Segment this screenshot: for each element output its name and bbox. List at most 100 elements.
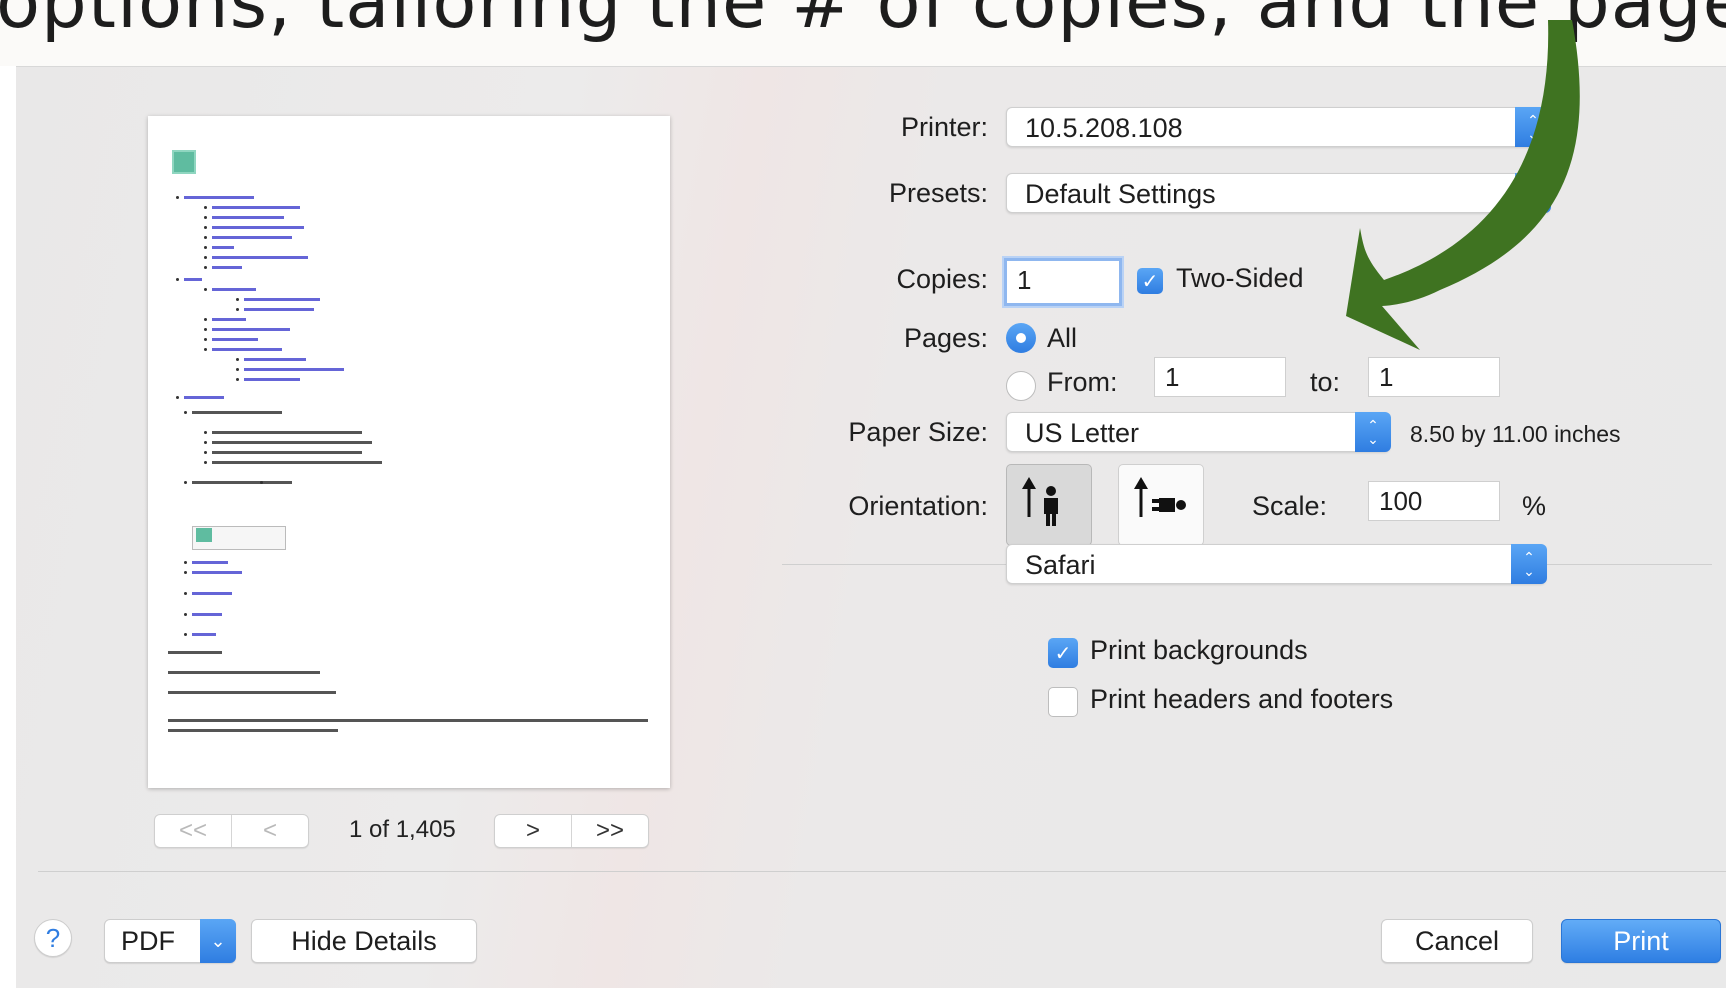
app-section-select[interactable]: Safari ⌃ ⌄ — [1006, 544, 1547, 584]
preview-text-line — [212, 256, 308, 259]
print-button[interactable]: Print — [1561, 919, 1721, 963]
footer-separator — [38, 871, 1726, 872]
print-backgrounds-checkbox[interactable]: ✓ — [1048, 638, 1078, 668]
pages-from-label: From: — [1047, 367, 1118, 397]
preview-text-line — [212, 216, 284, 219]
preview-box-logo-icon — [196, 528, 212, 542]
preview-text-line — [212, 288, 256, 291]
preview-nav-forward-group: > >> — [494, 814, 649, 848]
scale-input[interactable]: 100 — [1368, 481, 1500, 521]
preview-bullet — [204, 431, 207, 434]
first-page-button[interactable]: << — [155, 815, 231, 847]
preview-bullet — [204, 266, 207, 269]
preview-text-line — [244, 298, 320, 301]
print-preview-page — [148, 116, 670, 788]
presets-value: Default Settings — [1025, 179, 1216, 209]
page-counter: 1 of 1,405 — [349, 816, 456, 843]
portrait-icon — [1022, 477, 1058, 526]
help-button[interactable]: ? — [34, 919, 72, 957]
preview-text-line — [212, 266, 242, 269]
preview-text-line — [168, 719, 648, 722]
pages-to-input[interactable]: 1 — [1368, 357, 1500, 397]
preview-bullet — [204, 338, 207, 341]
last-page-button[interactable]: >> — [571, 815, 648, 847]
pages-all-radio[interactable] — [1006, 323, 1036, 353]
preview-text-line — [244, 368, 344, 371]
preview-text-line — [244, 308, 314, 311]
previous-page-button[interactable]: < — [231, 815, 308, 847]
printer-select[interactable]: 10.5.208.108 ⌃ ⌄ — [1006, 107, 1551, 147]
preview-logo-icon — [172, 150, 196, 174]
preview-bullet — [236, 358, 239, 361]
preview-text-line — [168, 729, 338, 732]
preview-bullet — [184, 481, 187, 484]
preview-bullet — [204, 216, 207, 219]
cancel-button[interactable]: Cancel — [1381, 919, 1533, 963]
copies-input[interactable]: 1 — [1004, 258, 1122, 306]
landscape-orientation-button[interactable] — [1118, 464, 1204, 546]
preview-text-line — [192, 592, 232, 595]
printer-value: 10.5.208.108 — [1025, 113, 1183, 143]
preview-bullet — [204, 236, 207, 239]
preview-bullet — [204, 348, 207, 351]
preview-text-line — [192, 571, 242, 574]
presets-select[interactable]: Default Settings ⌃ ⌄ — [1006, 173, 1551, 213]
print-dialog: << < 1 of 1,405 > >> Printer: 10.5.208.1… — [16, 66, 1726, 988]
preview-nav-back-group: << < — [154, 814, 309, 848]
portrait-orientation-button[interactable] — [1006, 464, 1092, 546]
preview-text-line — [212, 246, 234, 249]
preview-bullet — [236, 308, 239, 311]
preview-text-line — [184, 278, 202, 281]
updown-chevron-icon: ⌃ ⌄ — [1355, 412, 1391, 452]
two-sided-checkbox[interactable]: ✓ — [1137, 268, 1163, 294]
preview-text-line — [212, 206, 300, 209]
preview-bullet — [204, 226, 207, 229]
preview-text-line — [168, 651, 222, 654]
preview-text-line — [192, 633, 216, 636]
preview-text-line — [212, 348, 282, 351]
landscape-icon — [1134, 477, 1186, 517]
preview-bullet — [184, 613, 187, 616]
preview-bullet — [204, 246, 207, 249]
preview-bullet — [176, 396, 179, 399]
scale-unit: % — [1522, 491, 1547, 521]
preview-bullet — [176, 196, 179, 199]
paper-size-label: Paper Size: — [848, 417, 988, 447]
two-sided-label: Two-Sided — [1176, 263, 1304, 293]
headers-footers-checkbox[interactable] — [1048, 687, 1078, 717]
preview-bullet — [184, 592, 187, 595]
print-backgrounds-label: Print backgrounds — [1090, 635, 1308, 665]
preview-bullet — [204, 328, 207, 331]
updown-chevron-icon: ⌃ ⌄ — [1515, 107, 1551, 147]
presets-label: Presets: — [888, 178, 988, 208]
preview-bullet — [176, 278, 179, 281]
preview-bullet — [184, 571, 187, 574]
preview-bullet — [236, 378, 239, 381]
preview-text-line — [192, 613, 222, 616]
preview-bullet — [184, 411, 187, 414]
paper-size-value: US Letter — [1025, 418, 1140, 448]
preview-bullet — [204, 451, 207, 454]
pages-from-radio[interactable] — [1006, 371, 1036, 401]
pages-from-input[interactable]: 1 — [1154, 357, 1286, 397]
paper-dimensions: 8.50 by 11.00 inches — [1410, 421, 1621, 447]
chevron-down-icon: ⌄ — [200, 919, 236, 963]
preview-bullet — [204, 318, 207, 321]
pdf-menu-button[interactable]: PDF ⌄ — [104, 919, 236, 963]
preview-bullet — [204, 441, 207, 444]
preview-text-line — [184, 396, 224, 399]
next-page-button[interactable]: > — [495, 815, 571, 847]
copies-label: Copies: — [896, 264, 988, 294]
preview-bullet — [260, 481, 263, 484]
pages-to-label: to: — [1310, 367, 1341, 397]
pages-label: Pages: — [903, 323, 988, 353]
caption-strip: options, tailoring the # of copies, and … — [0, 0, 1726, 66]
preview-bullet — [184, 633, 187, 636]
orientation-label: Orientation: — [848, 491, 988, 521]
hide-details-button[interactable]: Hide Details — [251, 919, 477, 963]
caption-text: options, tailoring the # of copies, and … — [0, 0, 1726, 44]
preview-text-line — [192, 561, 228, 564]
preview-text-line — [168, 671, 320, 674]
preview-text-line — [212, 236, 292, 239]
paper-size-select[interactable]: US Letter ⌃ ⌄ — [1006, 412, 1391, 452]
